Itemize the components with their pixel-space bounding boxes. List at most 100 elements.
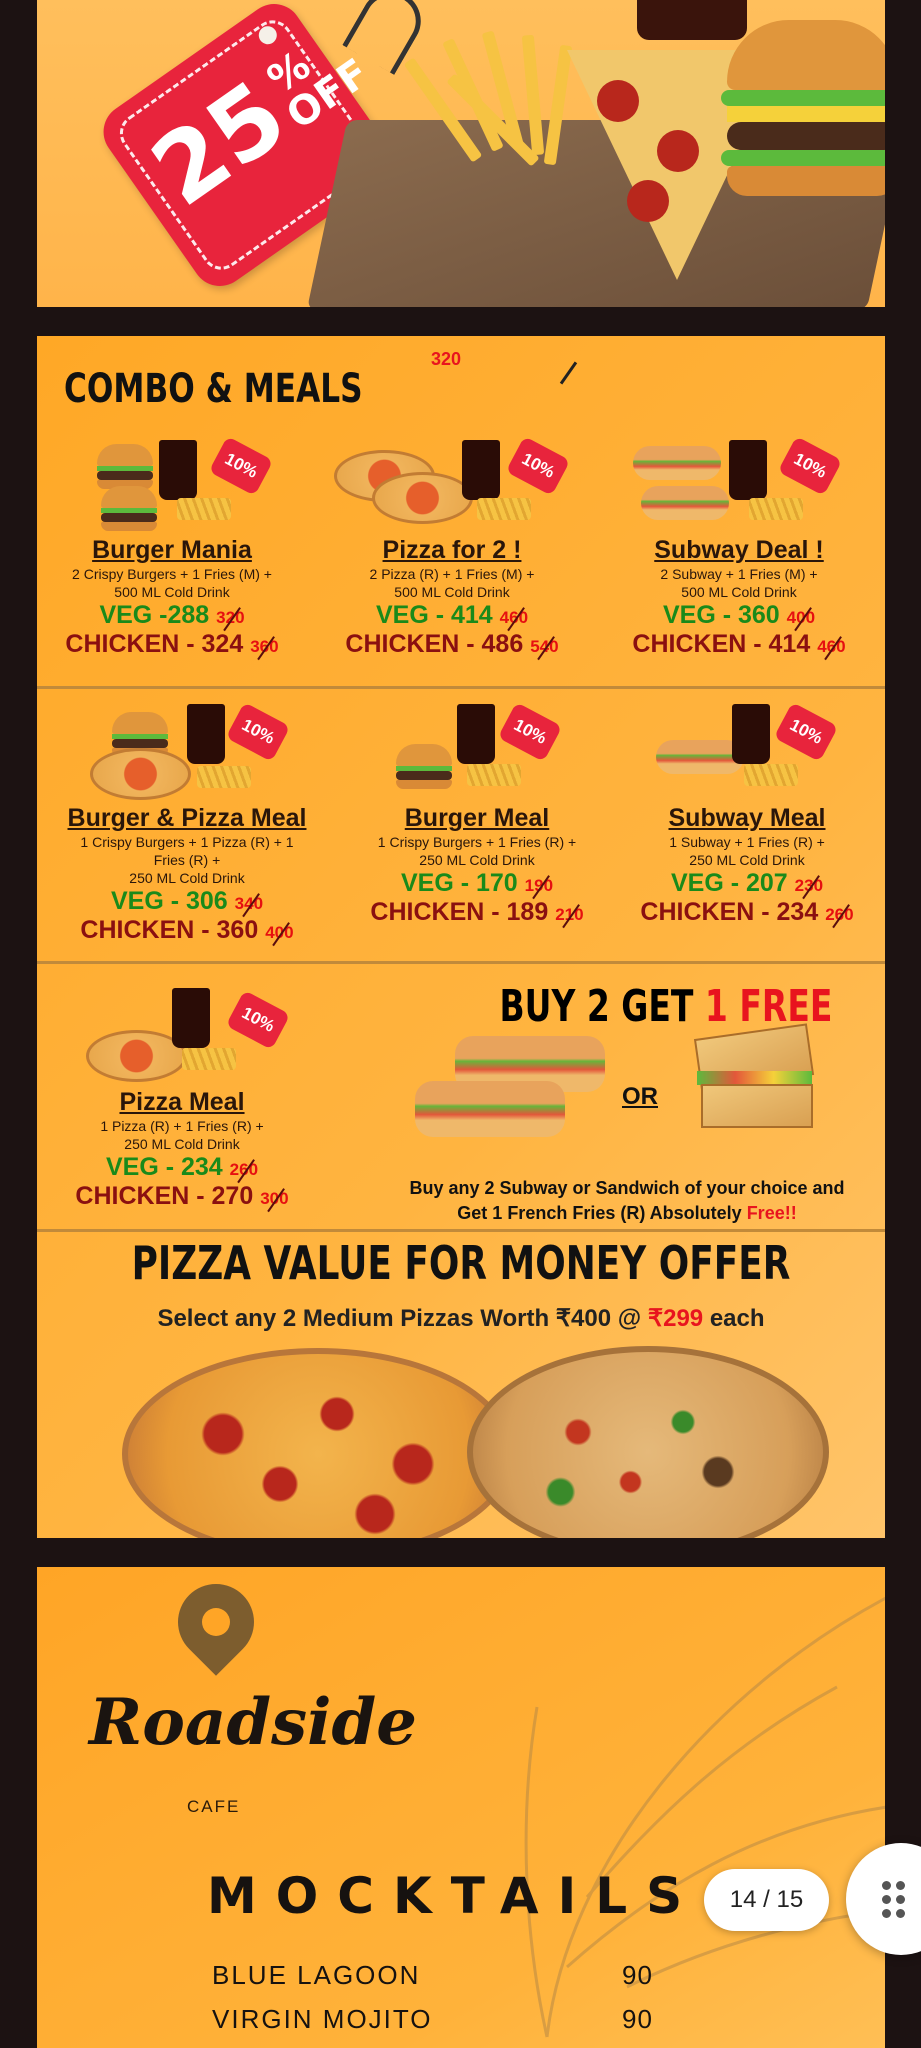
brand-name: Roadside	[89, 1685, 417, 1760]
chicken-price-text: CHICKEN - 234	[640, 898, 819, 926]
item-desc: 250 ML Cold Drink	[129, 870, 245, 886]
veg-price: VEG -288 320	[37, 601, 307, 630]
drink-name: BLUE LAGOON	[212, 1960, 421, 1990]
pizza-offer-each: each	[703, 1305, 765, 1332]
item-desc: Fries (R) +	[153, 852, 221, 868]
chicken-price-text: CHICKEN - 270	[75, 1182, 254, 1210]
buy2get1-heading-text: BUY 2 GET	[499, 981, 705, 1032]
item-desc: 250 ML Cold Drink	[689, 852, 805, 868]
pizza-offer-subtitle: Select any 2 Medium Pizzas Worth ₹400 @ …	[37, 1304, 885, 1333]
veg-price: VEG - 170 190	[347, 869, 607, 898]
chicken-price: CHICKEN - 270 300	[37, 1182, 327, 1211]
drink-price: 90	[622, 2004, 653, 2034]
combo-item-pizza-for-2: 10% Pizza for 2 ! 2 Pizza (R) + 1 Fries …	[312, 436, 592, 659]
burger-icon	[97, 444, 153, 489]
club-sandwich-image	[687, 1023, 822, 1128]
chicken-price-text: CHICKEN - 189	[370, 898, 549, 926]
combo-item-burger-pizza-meal: 10% Burger & Pizza Meal 1 Crispy Burgers…	[37, 702, 337, 945]
item-desc: 1 Pizza (R) + 1 Fries (R) +	[100, 1118, 264, 1134]
row-divider	[37, 1229, 885, 1232]
drink-icon	[159, 440, 197, 500]
pizza-icon	[372, 472, 473, 524]
discount-banner: 25 % OFF	[37, 0, 885, 307]
discount-badge: 10%	[225, 702, 291, 762]
chicken-price: CHICKEN - 234 260	[617, 898, 877, 927]
discount-badge: 10%	[225, 990, 291, 1050]
drink-icon	[187, 704, 225, 764]
section-title: COMBO & MEALS	[64, 366, 363, 412]
row-divider	[37, 961, 885, 964]
item-image: 10%	[82, 702, 292, 804]
chicken-old-price: 300	[260, 1189, 289, 1208]
item-image: 10%	[629, 436, 849, 536]
item-image: 10%	[82, 988, 291, 1088]
item-desc: 1 Subway + 1 Fries (R) +	[669, 834, 825, 850]
chicken-price: CHICKEN - 189 210	[347, 898, 607, 927]
veg-price: VEG - 360 400	[599, 601, 879, 630]
item-name: Subway Deal !	[654, 536, 824, 564]
chicken-old-price: 400	[265, 923, 294, 942]
item-desc: 500 ML Cold Drink	[394, 584, 510, 600]
sandwich-icon	[641, 486, 729, 520]
pizza-offer-title: PIZZA VALUE FOR MONEY OFFER	[131, 1236, 791, 1290]
fries-icon	[197, 766, 251, 788]
veg-old-price: 190	[524, 876, 554, 895]
discount-badge: 10%	[777, 436, 843, 496]
chicken-old-price: 210	[555, 905, 584, 924]
item-desc: 2 Subway + 1 Fries (M) +	[660, 566, 818, 582]
page-indicator: 14 / 15	[704, 1869, 829, 1931]
buy2get1-description: Buy any 2 Subway or Sandwich of your cho…	[387, 1176, 867, 1226]
item-name: Pizza Meal	[119, 1088, 245, 1116]
combo-meals-section: 320 COMBO & MEALS 10% Burger Mania 2 Cri…	[37, 336, 885, 1538]
leaf-decoration	[524, 1596, 885, 2038]
veg-price-text: VEG - 207	[670, 869, 788, 897]
discount-badge: 10%	[497, 702, 563, 762]
drink-icon	[462, 440, 500, 500]
drink-icon	[457, 704, 495, 764]
chicken-old-price: 540	[530, 637, 559, 656]
combo-item-pizza-meal: 10% Pizza Meal 1 Pizza (R) + 1 Fries (R)…	[37, 988, 327, 1211]
veg-price: VEG - 234 260	[37, 1153, 327, 1182]
discount-badge: 10%	[208, 436, 274, 496]
row-divider	[37, 686, 885, 689]
veg-price-text: VEG -288	[99, 601, 210, 629]
discount-badge: 10%	[773, 702, 839, 762]
pizza-offer-text: Select any 2 Medium Pizzas Worth ₹400 @	[157, 1305, 648, 1332]
stray-slash	[559, 361, 578, 385]
combo-item-burger-meal: 10% Burger Meal 1 Crispy Burgers + 1 Fri…	[347, 702, 607, 927]
fries-icon	[749, 498, 803, 520]
burger-icon	[101, 486, 157, 531]
mocktails-section: Roadside CAFE MOCKTAILS BLUE LAGOON 90 V…	[37, 1567, 885, 2048]
pizza-icon	[90, 748, 191, 800]
veg-price-text: VEG - 234	[105, 1153, 223, 1181]
veg-price-text: VEG - 306	[110, 887, 228, 915]
fries-icon	[467, 764, 521, 786]
pizza-offer-price: ₹299	[647, 1305, 704, 1332]
combo-item-subway-deal: 10% Subway Deal ! 2 Subway + 1 Fries (M)…	[599, 436, 879, 659]
chicken-price: CHICKEN - 486 540	[312, 630, 592, 659]
item-desc: 250 ML Cold Drink	[124, 1136, 240, 1152]
veg-price-text: VEG - 414	[375, 601, 493, 629]
veg-old-price: 230	[794, 876, 824, 895]
sandwich-icon	[415, 1081, 565, 1137]
drink-icon	[732, 704, 770, 764]
item-name: Subway Meal	[668, 804, 826, 832]
chicken-price-text: CHICKEN - 486	[345, 630, 524, 658]
item-desc: 1 Crispy Burgers + 1 Pizza (R) + 1	[80, 834, 294, 850]
free-text: Free!!	[746, 1203, 797, 1223]
burger-image	[721, 20, 885, 196]
pepperoni	[627, 180, 669, 222]
buy2get1-free-text: 1 FREE	[704, 981, 833, 1032]
discount-badge: 10%	[505, 436, 571, 496]
chicken-price-text: CHICKEN - 324	[65, 630, 244, 658]
burger-icon	[396, 744, 452, 789]
item-image: 10%	[332, 436, 572, 536]
fries-icon	[182, 1048, 236, 1070]
sandwich-icon	[633, 446, 721, 480]
chicken-price-text: CHICKEN - 414	[632, 630, 811, 658]
veg-price-text: VEG - 360	[662, 601, 780, 629]
veg-price: VEG - 414 460	[312, 601, 592, 630]
item-desc: 1 Crispy Burgers + 1 Fries (R) +	[377, 834, 577, 850]
fries-icon	[177, 498, 231, 520]
veg-price-text: VEG - 170	[400, 869, 518, 897]
